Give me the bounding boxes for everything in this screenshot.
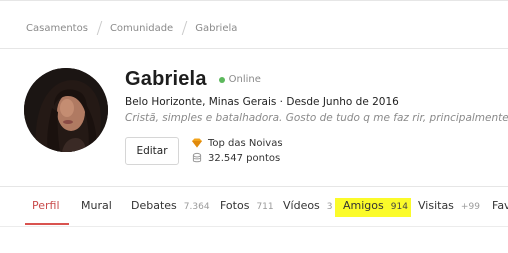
badge-stat: Top das Noivas — [191, 137, 283, 149]
breadcrumb-separator — [181, 21, 188, 35]
avatar-photo — [24, 68, 108, 152]
tab-label: Mural — [81, 199, 112, 212]
tab-count: 7.364 — [183, 202, 210, 212]
diamond-icon — [191, 137, 203, 149]
breadcrumb-casamentos[interactable]: Casamentos — [26, 23, 88, 34]
tab-videos[interactable]: Vídeos 3 — [283, 199, 333, 212]
tab-label: Fotos — [220, 199, 250, 212]
avatar[interactable] — [24, 68, 108, 152]
tab-favoritos[interactable]: Fav — [492, 199, 508, 212]
profile-name: Gabriela — [125, 68, 207, 90]
edit-profile-button[interactable]: Editar — [125, 137, 179, 165]
points-stat: 32.547 pontos — [191, 152, 280, 164]
profile-heading: Gabriela Online — [125, 68, 261, 91]
tab-count: +99 — [460, 202, 480, 212]
tab-label: Visitas — [418, 199, 454, 212]
active-tab-indicator — [25, 223, 69, 225]
tab-visitas[interactable]: Visitas +99 — [418, 199, 480, 212]
breadcrumb-current: Gabriela — [195, 22, 238, 34]
coins-icon — [191, 152, 203, 164]
breadcrumb-comunidade[interactable]: Comunidade — [110, 23, 173, 34]
tab-count: 3 — [326, 202, 333, 212]
header-divider — [0, 48, 508, 49]
points-label: 32.547 pontos — [208, 152, 281, 164]
tab-label: Vídeos — [283, 199, 320, 212]
tab-label: Amigos — [343, 199, 384, 212]
tab-label: Fav — [492, 199, 508, 212]
tab-label: Debates — [131, 199, 177, 212]
tab-mural[interactable]: Mural — [81, 199, 112, 212]
top-border — [0, 0, 508, 1]
tab-debates[interactable]: Debates 7.364 — [131, 199, 210, 212]
badge-label: Top das Noivas — [208, 137, 283, 149]
tab-count: 711 — [256, 202, 274, 212]
tab-count: 914 — [390, 202, 408, 212]
tab-amigos[interactable]: Amigos 914 — [343, 199, 408, 212]
profile-location: Belo Horizonte, Minas Gerais · Desde Jun… — [125, 96, 399, 108]
tabs-top-divider — [0, 186, 508, 187]
tab-perfil[interactable]: Perfil — [32, 199, 60, 212]
breadcrumb-separator — [96, 21, 103, 35]
breadcrumb: Casamentos Comunidade Gabriela — [26, 20, 237, 36]
online-status-dot — [218, 76, 225, 83]
online-status-label: Online — [228, 74, 261, 85]
tab-label: Perfil — [32, 199, 60, 212]
tabs-bottom-divider — [0, 226, 508, 227]
tab-fotos[interactable]: Fotos 711 — [220, 199, 274, 212]
profile-bio: Cristã, simples e batalhadora. Gosto de … — [125, 112, 508, 124]
